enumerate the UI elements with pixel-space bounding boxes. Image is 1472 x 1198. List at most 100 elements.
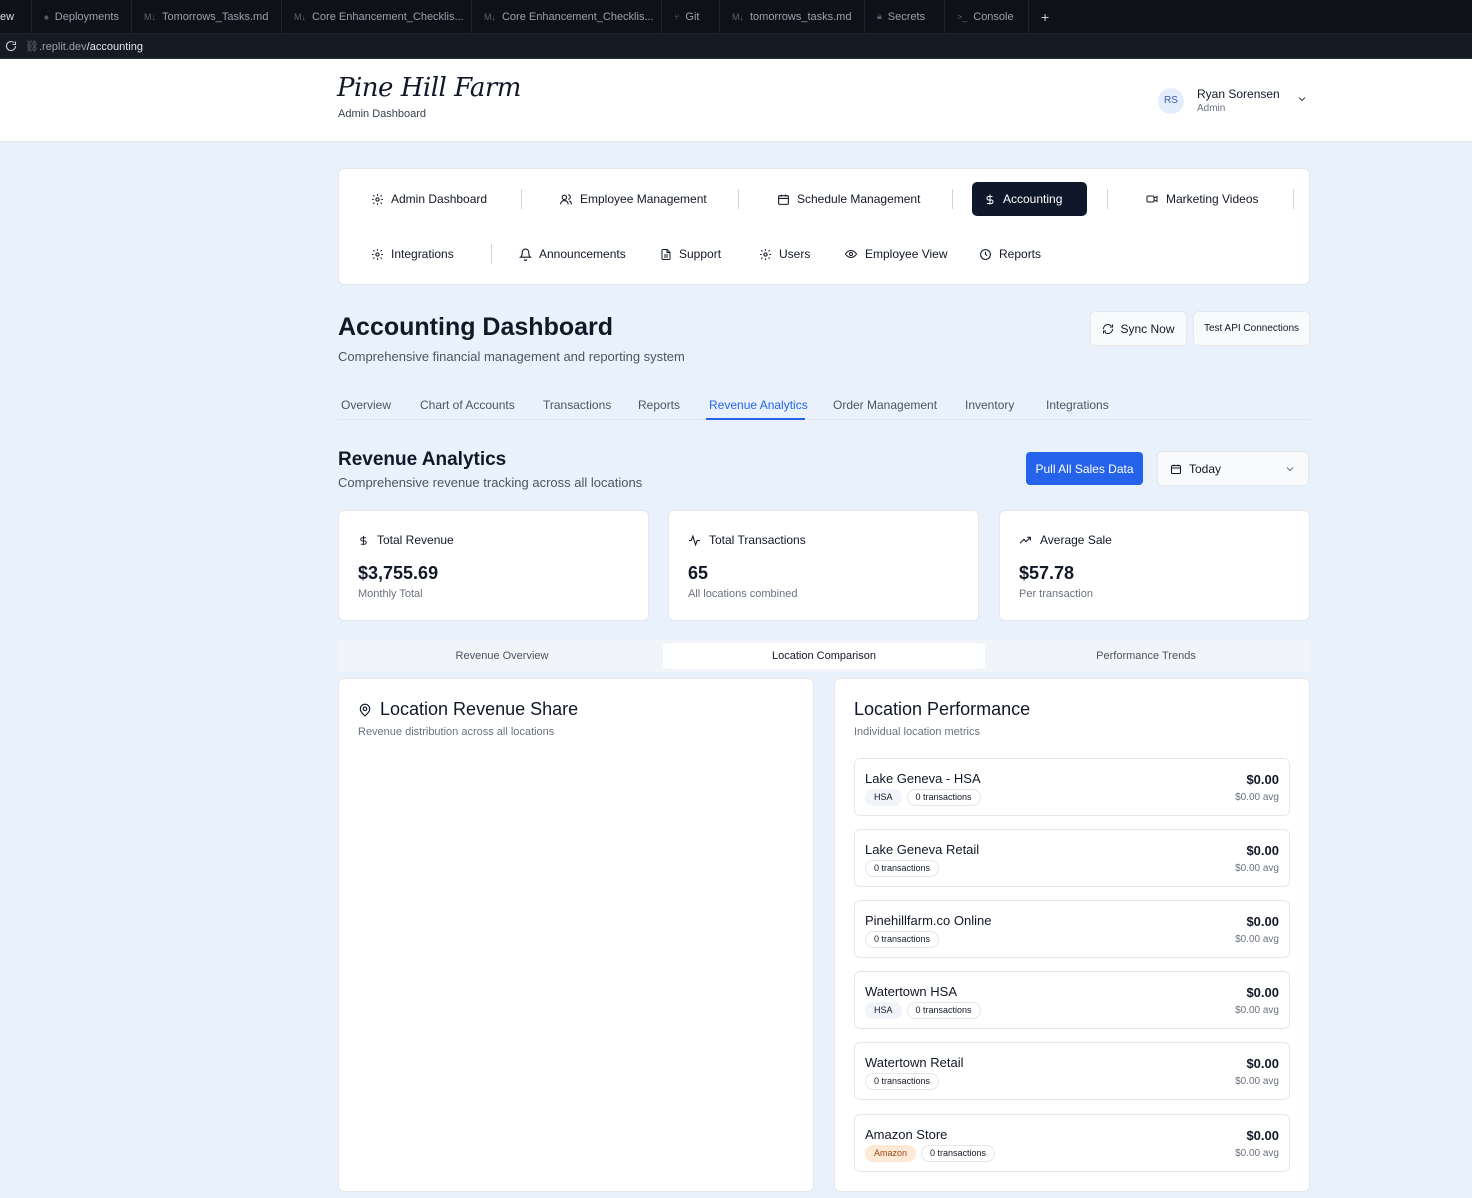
nav-reports[interactable]: Reports [967,237,1053,271]
stat-value: 65 [688,563,709,583]
pull-all-sales-data-button[interactable]: Pull All Sales Data [1026,452,1143,485]
stat-note: Monthly Total [358,588,423,600]
header-subtitle: Admin Dashboard [338,108,427,120]
location-amount: $0.00 [1246,1128,1279,1143]
tab-transactions[interactable]: Transactions [543,398,611,412]
main-nav: Admin Dashboard Employee Management Sche… [338,168,1310,285]
nav-support[interactable]: Support [648,237,733,271]
tab-chart-of-accounts[interactable]: Chart of Accounts [420,398,515,412]
tab-integrations[interactable]: Integrations [1046,398,1109,412]
gear-icon [371,193,384,206]
location-row[interactable]: Lake Geneva - HSA HSA 0 transactions $0.… [854,758,1290,816]
new-tab-button[interactable]: + [1029,9,1061,25]
dollar-icon [984,193,996,206]
calendar-icon [1170,463,1182,475]
nav-label: Employee View [865,247,948,261]
ide-tab[interactable]: ⑂ Git [662,0,720,34]
location-tag-badge: HSA [865,789,902,806]
logo[interactable]: Pine Hill Farm [337,73,521,103]
location-row[interactable]: Amazon Store Amazon 0 transactions $0.00… [854,1114,1290,1172]
ide-tab-label: Git [685,10,700,23]
nav-label: Users [779,247,811,261]
nav-divider [1107,189,1108,209]
test-api-connections-button[interactable]: Test API Connections [1193,311,1310,346]
tab-location-comparison[interactable]: Location Comparison [663,643,985,669]
stat-card-total-revenue: Total Revenue $3,755.69 Monthly Total [338,510,649,621]
nav-label: Support [679,247,722,261]
deployments-icon: ♠ [44,11,49,22]
stat-value: $3,755.69 [358,563,439,583]
location-amount: $0.00 [1246,985,1279,1000]
user-menu[interactable]: RS Ryan Sorensen Admin [1158,87,1308,114]
sync-now-button[interactable]: Sync Now [1090,311,1187,346]
sync-now-label: Sync Now [1120,321,1175,336]
transactions-badge: 0 transactions [906,1002,981,1019]
nav-employee-view[interactable]: Employee View [832,237,960,271]
nav-divider [1293,189,1294,209]
markdown-icon: M↓ [731,11,744,22]
ide-tab[interactable]: 🔒︎ Secrets [865,0,945,34]
date-range-select[interactable]: Today [1157,451,1309,486]
nav-divider [521,189,522,209]
video-icon [1145,193,1159,205]
nav-divider [738,189,739,209]
nav-label: Schedule Management [797,192,921,206]
ide-tab-label: ew [0,10,15,23]
url-text[interactable]: ⛓.replit.dev/accounting [25,40,143,53]
ide-tab-label: Core Enhancement_Checklis... [311,10,464,23]
nav-label: Admin Dashboard [391,192,488,206]
users-icon [559,193,573,206]
stat-card-total-transactions: Total Transactions 65 All locations comb… [668,510,979,621]
ide-tab-label: Core Enhancement_Checklis... [501,10,654,23]
location-name: Watertown HSA [865,984,957,999]
ide-tab[interactable]: ew [0,0,32,34]
date-range-value: Today [1189,461,1222,476]
panel-title: Location Performance [854,699,1031,719]
reload-icon[interactable] [5,40,17,52]
location-row[interactable]: Watertown HSA HSA 0 transactions $0.00 $… [854,971,1290,1029]
section-title: Revenue Analytics [338,449,507,470]
nav-employee-management[interactable]: Employee Management [547,182,719,216]
avatar: RS [1158,87,1184,114]
ide-tab[interactable]: M↓ tomorrows_tasks.md [720,0,865,34]
ide-tab[interactable]: M↓ Core Enhancement_Checklis... [472,0,662,34]
ide-tab[interactable]: M↓ Tomorrows_Tasks.md [132,0,282,34]
user-role: Admin [1197,103,1226,114]
tab-performance-trends[interactable]: Performance Trends [985,643,1307,669]
nav-label: Marketing Videos [1166,192,1259,206]
console-icon: >_ [956,11,968,22]
location-revenue-share-panel: Location Revenue Share Revenue distribut… [338,678,814,1192]
url-host: .replit.dev [38,40,87,53]
location-name: Pinehillfarm.co Online [865,913,992,928]
nav-users[interactable]: Users [747,237,822,271]
nav-schedule-management[interactable]: Schedule Management [765,182,932,216]
nav-accounting[interactable]: Accounting [972,182,1087,216]
location-row[interactable]: Lake Geneva Retail 0 transactions $0.00 … [854,829,1290,887]
tab-overview[interactable]: Overview [341,398,391,412]
stat-label: Total Revenue [377,533,454,547]
tab-revenue-analytics[interactable]: Revenue Analytics [709,398,808,412]
location-name: Watertown Retail [865,1055,964,1070]
nav-announcements[interactable]: Announcements [507,237,638,271]
ide-tab[interactable]: M↓ Core Enhancement_Checklis... [282,0,472,34]
bell-icon [519,248,532,261]
location-row[interactable]: Watertown Retail 0 transactions $0.00 $0… [854,1042,1290,1100]
ide-tab[interactable]: ♠ Deployments [32,0,132,34]
nav-admin-dashboard[interactable]: Admin Dashboard [359,182,499,216]
nav-marketing-videos[interactable]: Marketing Videos [1133,182,1271,216]
ide-tab[interactable]: >_ Console [945,0,1029,34]
tab-order-management[interactable]: Order Management [833,398,937,412]
active-tab-indicator [706,418,805,420]
nav-integrations[interactable]: Integrations [359,237,466,271]
stat-value: $57.78 [1019,563,1075,583]
tab-reports[interactable]: Reports [638,398,680,412]
location-row[interactable]: Pinehillfarm.co Online 0 transactions $0… [854,900,1290,958]
location-name: Lake Geneva - HSA [865,771,981,786]
document-icon [660,248,672,261]
tab-inventory[interactable]: Inventory [965,398,1014,412]
markdown-icon: M↓ [143,11,156,22]
location-avg: $0.00 avg [1235,1148,1279,1159]
ide-tab-bar: ew ♠ Deployments M↓ Tomorrows_Tasks.md M↓ C… [0,0,1472,34]
tab-revenue-overview[interactable]: Revenue Overview [341,643,663,669]
stat-note: Per transaction [1019,588,1093,600]
